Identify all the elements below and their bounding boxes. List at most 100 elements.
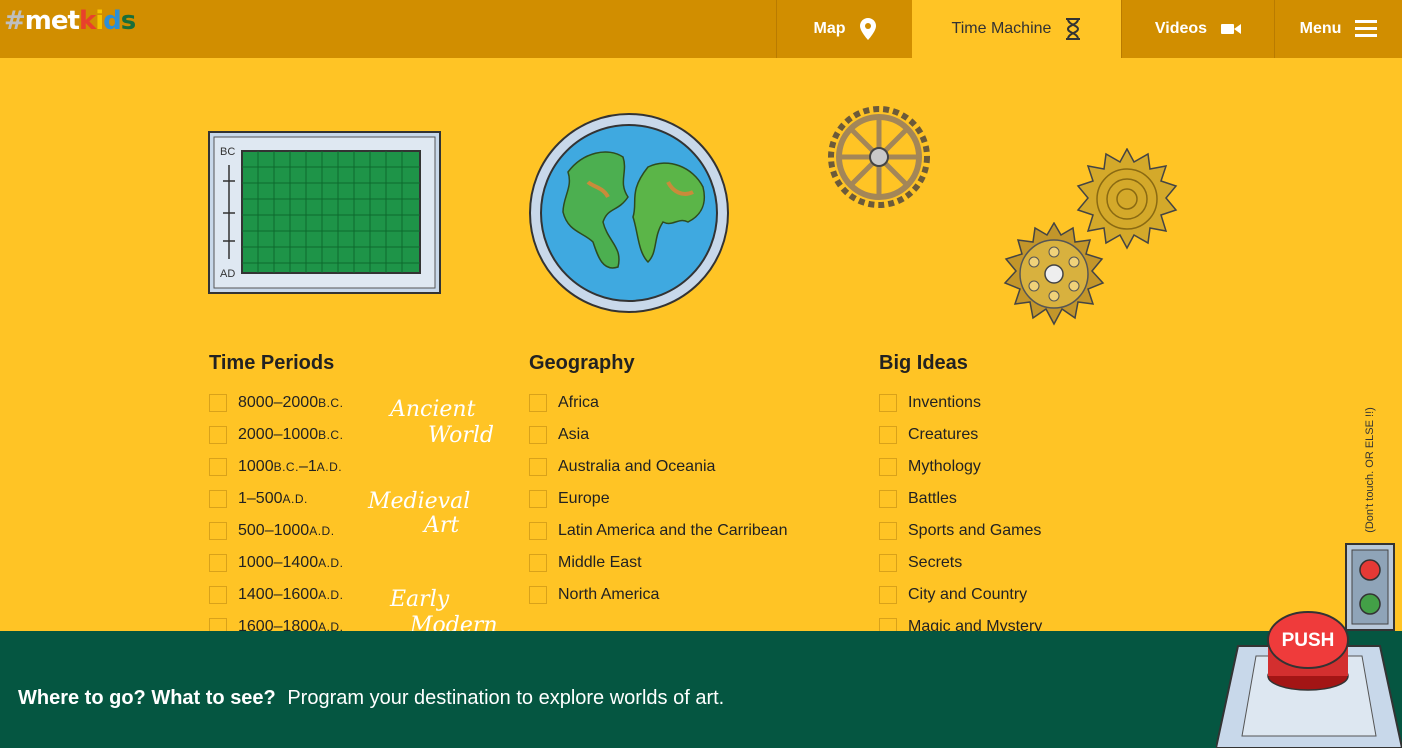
option-label: 1–500 (238, 490, 283, 507)
option-label: 500–1000 (238, 522, 310, 539)
era-label: A.D. (318, 556, 344, 570)
geography-option[interactable]: Latin America and the Carribean (529, 521, 787, 541)
push-label: PUSH (1282, 630, 1335, 651)
era-label: B.C. (273, 460, 299, 474)
art-annotation: Art (424, 513, 460, 538)
checkbox[interactable] (529, 426, 547, 444)
logo-k: k (78, 6, 96, 36)
nav-menu[interactable]: Menu (1274, 0, 1402, 58)
option-label: 1000–1400 (238, 554, 319, 571)
checkbox[interactable] (529, 586, 547, 604)
big-idea-option[interactable]: Battles (879, 489, 957, 509)
option-label: City and Country (908, 586, 1028, 603)
big-idea-option[interactable]: Inventions (879, 393, 981, 413)
checkbox[interactable] (209, 554, 227, 572)
option-label: Australia and Oceania (558, 458, 716, 475)
option-label: Middle East (558, 554, 642, 571)
geography-option[interactable]: Europe (529, 489, 610, 509)
big-ideas-heading: Big Ideas (879, 352, 968, 374)
option-label: 8000–2000 (238, 394, 319, 411)
era-label: A.D. (318, 588, 344, 602)
world-annotation: World (428, 423, 494, 448)
geography-option[interactable]: Asia (529, 425, 589, 445)
ad-label: AD (220, 268, 235, 280)
logo-met: met (24, 6, 80, 36)
hamburger-menu-icon (1355, 20, 1378, 37)
option-label: Secrets (908, 554, 963, 571)
video-camera-icon (1221, 24, 1242, 34)
time-period-option[interactable]: 1000 B.C. –1 A.D. (209, 457, 342, 477)
medieval-annotation: Medieval (368, 489, 471, 514)
logo-d: d (103, 6, 122, 36)
ancient-annotation: Ancient (390, 397, 476, 422)
nav-map-label: Map (813, 20, 846, 37)
big-idea-option[interactable]: City and Country (879, 585, 1027, 605)
big-idea-option[interactable]: Secrets (879, 553, 962, 573)
checkbox[interactable] (529, 458, 547, 476)
geography-option[interactable]: Africa (529, 393, 599, 413)
checkbox[interactable] (209, 490, 227, 508)
top-navigation-bar: #metkids Map Time Machine Videos Menu (0, 0, 1402, 58)
time-period-option[interactable]: 1400–1600 A.D. (209, 585, 343, 605)
big-idea-option[interactable]: Sports and Games (879, 521, 1041, 541)
checkbox[interactable] (879, 458, 897, 476)
era-label: B.C. (318, 428, 344, 442)
geography-option[interactable]: Australia and Oceania (529, 457, 715, 477)
option-label-2: –1 (298, 458, 317, 475)
option-label: North America (558, 586, 660, 603)
era-label: A.D. (282, 492, 308, 506)
checkbox[interactable] (879, 426, 897, 444)
option-label: Latin America and the Carribean (558, 522, 788, 539)
big-idea-option[interactable]: Mythology (879, 457, 981, 477)
checkbox[interactable] (529, 554, 547, 572)
time-period-option[interactable]: 1000–1400 A.D. (209, 553, 343, 573)
checkbox[interactable] (209, 426, 227, 444)
nav-videos-label: Videos (1154, 20, 1208, 37)
era-label: B.C. (318, 396, 344, 410)
checkbox[interactable] (879, 554, 897, 572)
checkbox[interactable] (879, 586, 897, 604)
time-period-option[interactable]: 8000–2000 B.C. (209, 393, 343, 413)
logo-s: s (120, 6, 137, 36)
push-button[interactable]: PUSH (1216, 606, 1402, 748)
option-label: Europe (558, 490, 610, 507)
checkbox[interactable] (529, 394, 547, 412)
era-label-2: A.D. (316, 460, 343, 474)
nav-time-machine[interactable]: Time Machine (912, 0, 1121, 58)
checkbox[interactable] (209, 458, 227, 476)
logo-hash: # (4, 6, 26, 36)
checkbox[interactable] (209, 586, 227, 604)
checkbox[interactable] (529, 522, 547, 540)
time-period-option[interactable]: 500–1000 A.D. (209, 521, 335, 541)
checkbox[interactable] (879, 522, 897, 540)
option-label: Inventions (908, 394, 981, 411)
logo-i: i (95, 6, 104, 36)
time-period-option[interactable]: 1–500 A.D. (209, 489, 308, 509)
globe-illustration (529, 113, 729, 313)
checkbox[interactable] (209, 522, 227, 540)
option-label: 1000 (238, 458, 274, 475)
option-label: Mythology (908, 458, 981, 475)
hourglass-icon (1066, 18, 1081, 40)
time-period-option[interactable]: 2000–1000 B.C. (209, 425, 343, 445)
checkbox[interactable] (529, 490, 547, 508)
red-light-icon (1359, 559, 1381, 581)
option-label: Creatures (908, 426, 979, 443)
option-label: 2000–1000 (238, 426, 319, 443)
early-annotation: Early (390, 587, 450, 612)
footer-banner: Where to go? What to see? Program your d… (0, 631, 1402, 748)
wheel-gear-illustration (828, 106, 930, 208)
time-periods-heading: Time Periods (209, 352, 335, 374)
metkids-logo[interactable]: #metkids (4, 6, 137, 36)
time-screen-illustration: BC AD (208, 131, 441, 294)
big-idea-option[interactable]: Creatures (879, 425, 978, 445)
checkbox[interactable] (879, 394, 897, 412)
geography-option[interactable]: Middle East (529, 553, 642, 573)
nav-time-machine-label: Time Machine (951, 20, 1052, 37)
checkbox[interactable] (209, 394, 227, 412)
nav-videos[interactable]: Videos (1121, 0, 1274, 58)
geography-option[interactable]: North America (529, 585, 659, 605)
checkbox[interactable] (879, 490, 897, 508)
geography-heading: Geography (529, 352, 635, 374)
nav-map[interactable]: Map (776, 0, 912, 58)
